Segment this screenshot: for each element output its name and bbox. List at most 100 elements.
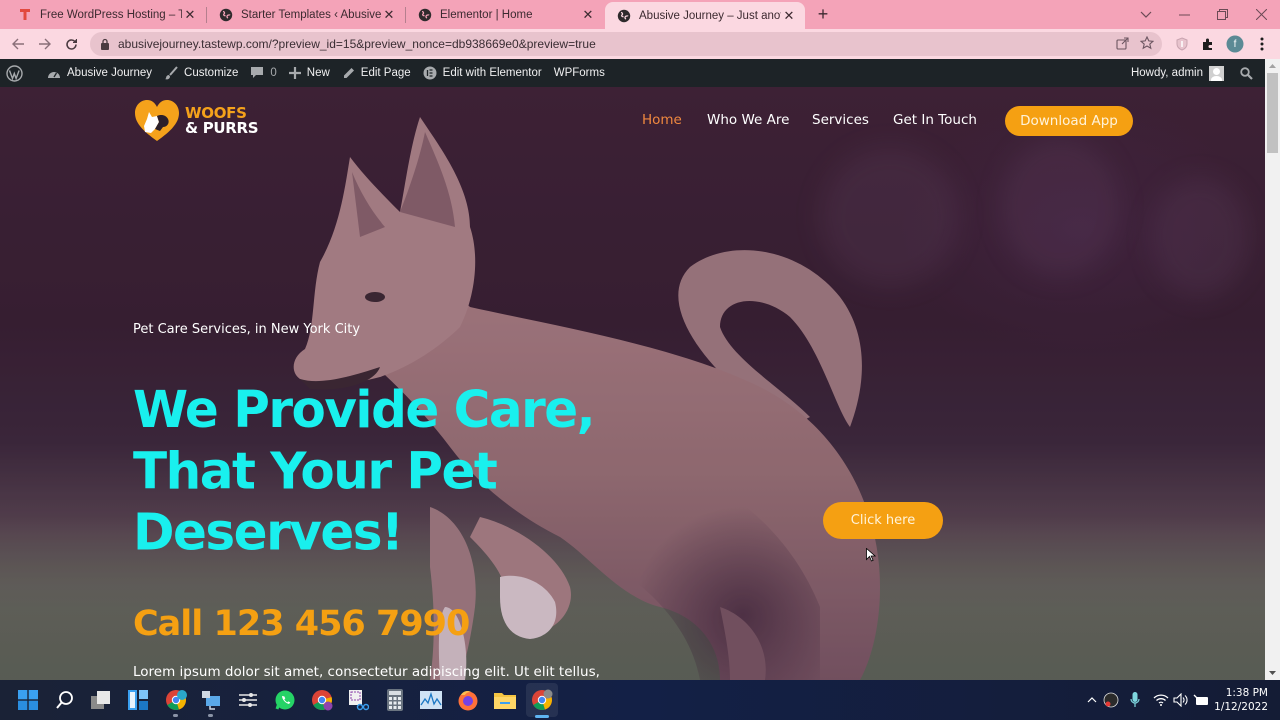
wp-admin-bar: Abusive Journey Customize 0 New Edit Pag…: [0, 59, 1265, 87]
running-indicator: [208, 714, 213, 717]
settings-sliders-app[interactable]: [236, 688, 260, 712]
mouse-cursor-icon: [866, 548, 876, 562]
active-app-indicator: [535, 715, 549, 718]
task-view-icon: [91, 691, 110, 709]
new-tab-button[interactable]: +: [813, 4, 833, 24]
url-text[interactable]: abusivejourney.tastewp.com/?preview_id=1…: [118, 37, 596, 51]
forward-button[interactable]: [33, 33, 55, 55]
address-bar[interactable]: abusivejourney.tastewp.com/?preview_id=1…: [90, 32, 1162, 56]
windows-logo-icon: [18, 690, 38, 710]
close-tab-icon[interactable]: ✕: [580, 7, 596, 23]
tab-tastewp[interactable]: Free WordPress Hosting – TasteWP ✕: [6, 0, 206, 29]
globe-icon: [418, 8, 432, 22]
network-computers-icon: [202, 691, 220, 710]
nav-get-in-touch[interactable]: Get In Touch: [893, 112, 977, 128]
page-scrollbar[interactable]: [1265, 59, 1280, 680]
network-app[interactable]: [199, 688, 223, 712]
back-button[interactable]: [7, 33, 29, 55]
globe-icon: [219, 8, 233, 22]
browser-toolbar: abusivejourney.tastewp.com/?preview_id=1…: [0, 29, 1280, 59]
minimize-button[interactable]: [1166, 0, 1202, 29]
admin-search-button[interactable]: [1230, 59, 1265, 87]
reload-button[interactable]: [60, 33, 82, 55]
chrome-alt-app[interactable]: [310, 688, 334, 712]
extension-shield-icon[interactable]: [1172, 34, 1192, 54]
pencil-icon: [343, 67, 354, 78]
firefox-icon: [458, 691, 478, 711]
scroll-up-arrow[interactable]: [1265, 59, 1280, 73]
edit-page-link[interactable]: Edit Page: [336, 59, 417, 87]
elementor-icon: [423, 66, 437, 80]
extensions-puzzle-icon[interactable]: [1198, 34, 1218, 54]
brush-icon: [165, 66, 178, 80]
chrome-profile-app[interactable]: [164, 688, 188, 712]
hero-headline: We Provide Care, That Your Pet Deserves!: [133, 380, 596, 562]
tastewp-icon: [18, 8, 32, 22]
tab-starter-templates[interactable]: Starter Templates ‹ Abusive Journey ✕: [207, 0, 405, 29]
close-tab-icon[interactable]: ✕: [182, 7, 198, 23]
customize-link[interactable]: Customize: [158, 59, 244, 87]
profile-avatar[interactable]: f: [1225, 34, 1245, 54]
microphone-icon[interactable]: [1126, 690, 1144, 710]
running-indicator: [173, 714, 178, 717]
wordpress-logo-button[interactable]: [0, 59, 35, 87]
nav-who-we-are[interactable]: Who We Are: [707, 112, 789, 128]
chrome-icon: [532, 689, 553, 710]
hero-tagline: Pet Care Services, in New York City: [133, 322, 361, 337]
scroll-thumb[interactable]: [1267, 73, 1278, 153]
volume-icon[interactable]: [1172, 690, 1190, 710]
main-navigation: Home Who We Are Services Get In Touch Do…: [0, 106, 1265, 136]
browser-menu-icon[interactable]: [1252, 34, 1272, 54]
nav-home[interactable]: Home: [642, 112, 682, 128]
windows-taskbar: 1:38 PM 1/12/2022: [0, 680, 1280, 720]
snipping-tool-app[interactable]: [346, 688, 370, 712]
tab-search-button[interactable]: [1128, 0, 1164, 29]
new-content-menu[interactable]: New: [283, 59, 336, 87]
firefox-app[interactable]: [456, 688, 480, 712]
chrome-active-app[interactable]: [530, 688, 554, 712]
close-tab-icon[interactable]: ✕: [781, 8, 797, 24]
browser-tab-strip: Free WordPress Hosting – TasteWP ✕ Start…: [0, 0, 1280, 29]
close-window-button[interactable]: [1243, 0, 1279, 29]
nav-services[interactable]: Services: [812, 112, 869, 128]
start-button[interactable]: [16, 688, 40, 712]
wpforms-link[interactable]: WPForms: [548, 59, 611, 87]
chrome-icon: [166, 690, 187, 710]
resource-monitor-app[interactable]: [419, 688, 443, 712]
file-explorer-app[interactable]: [493, 688, 517, 712]
wifi-icon[interactable]: [1152, 690, 1170, 710]
close-tab-icon[interactable]: ✕: [381, 7, 397, 23]
site-name-menu[interactable]: Abusive Journey: [41, 59, 158, 87]
search-button[interactable]: [53, 688, 77, 712]
tab-abusive-journey[interactable]: Abusive Journey – Just another WordPress…: [605, 2, 805, 29]
click-here-button[interactable]: Click here: [823, 502, 943, 539]
restore-button[interactable]: [1204, 0, 1240, 29]
snipping-tool-icon: [349, 690, 369, 711]
sliders-icon: [239, 693, 257, 707]
call-phone-heading: Call 123 456 7990: [133, 604, 470, 644]
search-icon: [56, 691, 73, 709]
tab-elementor[interactable]: Elementor | Home ✕: [406, 0, 604, 29]
whatsapp-app[interactable]: [273, 688, 297, 712]
my-account-menu[interactable]: Howdy, admin: [1125, 59, 1230, 87]
widgets-icon: [128, 690, 148, 710]
chrome-icon: [312, 690, 333, 711]
folder-icon: [494, 693, 516, 709]
hero-section: WOOFS & PURRS Home Who We Are Services G…: [0, 87, 1265, 680]
wordpress-icon: [6, 64, 23, 82]
widgets-button[interactable]: [126, 688, 150, 712]
obs-tray-icon[interactable]: [1102, 690, 1120, 710]
bookmark-star-icon[interactable]: [1139, 35, 1155, 55]
task-view-button[interactable]: [89, 688, 113, 712]
calculator-app[interactable]: [383, 688, 407, 712]
share-icon[interactable]: [1116, 36, 1130, 55]
download-app-button[interactable]: Download App: [1005, 106, 1133, 136]
hero-body-text: Lorem ipsum dolor sit amet, consectetur …: [133, 664, 600, 680]
scroll-down-arrow[interactable]: [1265, 666, 1280, 680]
globe-icon: [617, 9, 631, 23]
edit-with-elementor-link[interactable]: Edit with Elementor: [417, 59, 548, 87]
system-clock[interactable]: 1:38 PM 1/12/2022: [1208, 686, 1268, 714]
comments-link[interactable]: 0: [244, 59, 282, 87]
show-hidden-icons-button[interactable]: [1083, 690, 1101, 710]
whatsapp-icon: [275, 690, 295, 710]
